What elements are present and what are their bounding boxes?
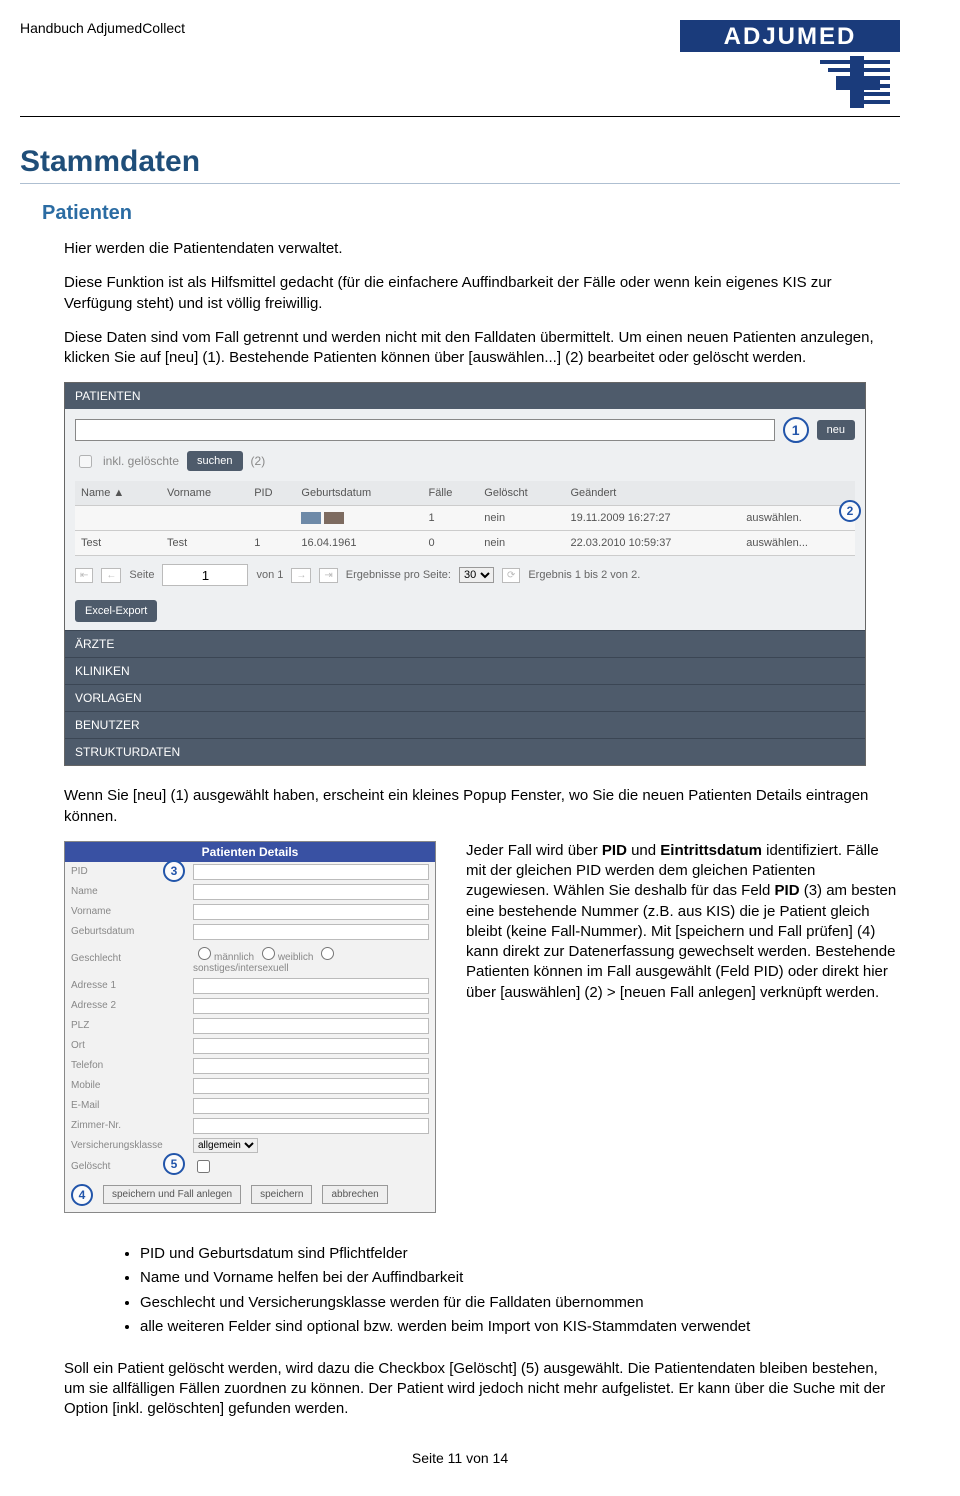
marker-2-label: (2) <box>251 454 266 468</box>
pager-reload-icon[interactable]: ⟳ <box>502 568 520 583</box>
pid-field[interactable] <box>193 864 429 880</box>
side-paragraph: Jeder Fall wird über PID und Eintrittsda… <box>466 841 900 1003</box>
gender-m-radio[interactable] <box>198 947 211 960</box>
marker-5: 5 <box>163 1153 185 1175</box>
page-number: Seite 11 von 14 <box>20 1450 900 1466</box>
field-adr1-label: Adresse 1 <box>65 976 187 996</box>
col-vorname[interactable]: Vorname <box>161 481 248 506</box>
pager-page-input[interactable] <box>162 564 248 586</box>
pager-last-icon[interactable]: ⇥ <box>319 568 337 583</box>
accordion-patienten[interactable]: PATIENTEN <box>65 383 865 409</box>
marker-4: 4 <box>71 1184 93 1206</box>
manual-title: Handbuch AdjumedCollect <box>20 20 185 36</box>
pager: ⇤ ← Seite von 1 → ⇥ Ergebnisse pro Seite… <box>75 556 855 596</box>
accordion-vorlagen[interactable]: VORLAGEN <box>65 684 865 711</box>
auswaehlen-link[interactable]: auswählen... <box>740 531 855 556</box>
auswaehlen-link[interactable]: auswählen.2 <box>740 506 855 531</box>
field-vorname-label: Vorname <box>65 902 187 922</box>
excel-export-button[interactable]: Excel-Export <box>75 600 157 622</box>
deleted-checkbox[interactable] <box>197 1160 210 1173</box>
para-popup-intro: Wenn Sie [neu] (1) ausgewählt haben, ers… <box>64 786 900 827</box>
pager-perpage-select[interactable]: 30 <box>459 567 494 583</box>
adr1-field[interactable] <box>193 978 429 994</box>
neu-button[interactable]: neu <box>817 420 855 440</box>
heading-patienten: Patienten <box>42 202 900 225</box>
mobile-field[interactable] <box>193 1078 429 1094</box>
list-item: alle weiteren Felder sind optional bzw. … <box>140 1316 900 1339</box>
intro-para-3: Diese Daten sind vom Fall getrennt und w… <box>64 328 900 369</box>
pager-perpage-label: Ergebnisse pro Seite: <box>346 569 451 581</box>
col-geaendert[interactable]: Geändert <box>565 481 741 506</box>
patienten-table: Name ▲ Vorname PID Geburtsdatum Fälle Ge… <box>75 481 855 556</box>
incl-deleted-label: inkl. gelöschte <box>103 454 179 468</box>
accordion-kliniken[interactable]: KLINIKEN <box>65 657 865 684</box>
accordion-aerzte[interactable]: ÄRZTE <box>65 630 865 657</box>
pager-first-icon[interactable]: ⇤ <box>75 568 93 583</box>
field-zimmer-label: Zimmer-Nr. <box>65 1116 187 1136</box>
intro-para-1: Hier werden die Patientendaten verwaltet… <box>64 239 900 259</box>
field-plz-label: PLZ <box>65 1016 187 1036</box>
field-ort-label: Ort <box>65 1036 187 1056</box>
zimmer-field[interactable] <box>193 1118 429 1134</box>
list-item: Name und Vorname helfen bei der Auffindb… <box>140 1267 900 1290</box>
field-tel-label: Telefon <box>65 1056 187 1076</box>
geb-field[interactable] <box>193 924 429 940</box>
col-pid[interactable]: PID <box>248 481 295 506</box>
marker-1: 1 <box>783 417 809 443</box>
col-name[interactable]: Name ▲ <box>75 481 161 506</box>
bullet-list: PID und Geburtsdatum sind Pflichtfelder … <box>100 1243 900 1339</box>
search-input[interactable] <box>75 419 775 441</box>
marker-2: 2 <box>839 500 861 522</box>
pager-prev-icon[interactable]: ← <box>101 568 121 583</box>
field-vers-label: Versicherungsklasse <box>65 1136 187 1155</box>
accordion-strukturdaten[interactable]: STRUKTURDATEN <box>65 738 865 765</box>
save-and-create-button[interactable]: speichern und Fall anlegen <box>103 1185 241 1204</box>
pager-result-text: Ergebnis 1 bis 2 von 2. <box>528 569 640 581</box>
plz-field[interactable] <box>193 1018 429 1034</box>
intro-para-2: Diese Funktion ist als Hilfsmittel gedac… <box>64 273 900 314</box>
email-field[interactable] <box>193 1098 429 1114</box>
heading-stammdaten: Stammdaten <box>20 145 900 184</box>
vorname-field[interactable] <box>193 904 429 920</box>
accordion-benutzer[interactable]: BENUTZER <box>65 711 865 738</box>
popup-title: Patienten Details <box>65 842 435 862</box>
field-geb-label: Geburtsdatum <box>65 922 187 942</box>
pager-seite-label: Seite <box>129 569 154 581</box>
save-button[interactable]: speichern <box>251 1185 312 1204</box>
col-gel[interactable]: Gelöscht <box>478 481 564 506</box>
field-name-label: Name <box>65 882 187 902</box>
ort-field[interactable] <box>193 1038 429 1054</box>
pager-next-icon[interactable]: → <box>291 568 311 583</box>
adjumed-logo: ADJUMED <box>680 20 900 110</box>
svg-text:ADJUMED: ADJUMED <box>724 23 857 50</box>
table-row: 1 nein 19.11.2009 16:27:27 auswählen.2 <box>75 506 855 531</box>
table-row: Test Test 1 16.04.1961 0 nein 22.03.2010… <box>75 531 855 556</box>
field-mobile-label: Mobile <box>65 1076 187 1096</box>
field-geschlecht-label: Geschlecht <box>65 942 187 976</box>
adr2-field[interactable] <box>193 998 429 1014</box>
gender-w-radio[interactable] <box>262 947 275 960</box>
suchen-button[interactable]: suchen <box>187 451 242 471</box>
tel-field[interactable] <box>193 1058 429 1074</box>
pager-von-label: von 1 <box>256 569 283 581</box>
incl-deleted-checkbox[interactable] <box>79 455 92 468</box>
patienten-list-screenshot: PATIENTEN 1 neu inkl. gelöschte suchen (… <box>64 382 866 766</box>
vers-select[interactable]: allgemein <box>193 1138 258 1153</box>
para-delete-info: Soll ein Patient gelöscht werden, wird d… <box>64 1359 900 1420</box>
field-adr2-label: Adresse 2 <box>65 996 187 1016</box>
gender-s-radio[interactable] <box>321 947 334 960</box>
header-divider <box>20 116 900 117</box>
list-item: Geschlecht und Versicherungsklasse werde… <box>140 1292 900 1315</box>
col-action <box>740 481 855 506</box>
marker-3: 3 <box>163 860 185 882</box>
col-faelle[interactable]: Fälle <box>423 481 479 506</box>
cancel-button[interactable]: abbrechen <box>322 1185 387 1204</box>
list-item: PID und Geburtsdatum sind Pflichtfelder <box>140 1243 900 1266</box>
name-field[interactable] <box>193 884 429 900</box>
col-geb[interactable]: Geburtsdatum <box>295 481 422 506</box>
patient-details-popup: Patienten Details PID3 Name Vorname Gebu… <box>64 841 436 1213</box>
field-email-label: E-Mail <box>65 1096 187 1116</box>
